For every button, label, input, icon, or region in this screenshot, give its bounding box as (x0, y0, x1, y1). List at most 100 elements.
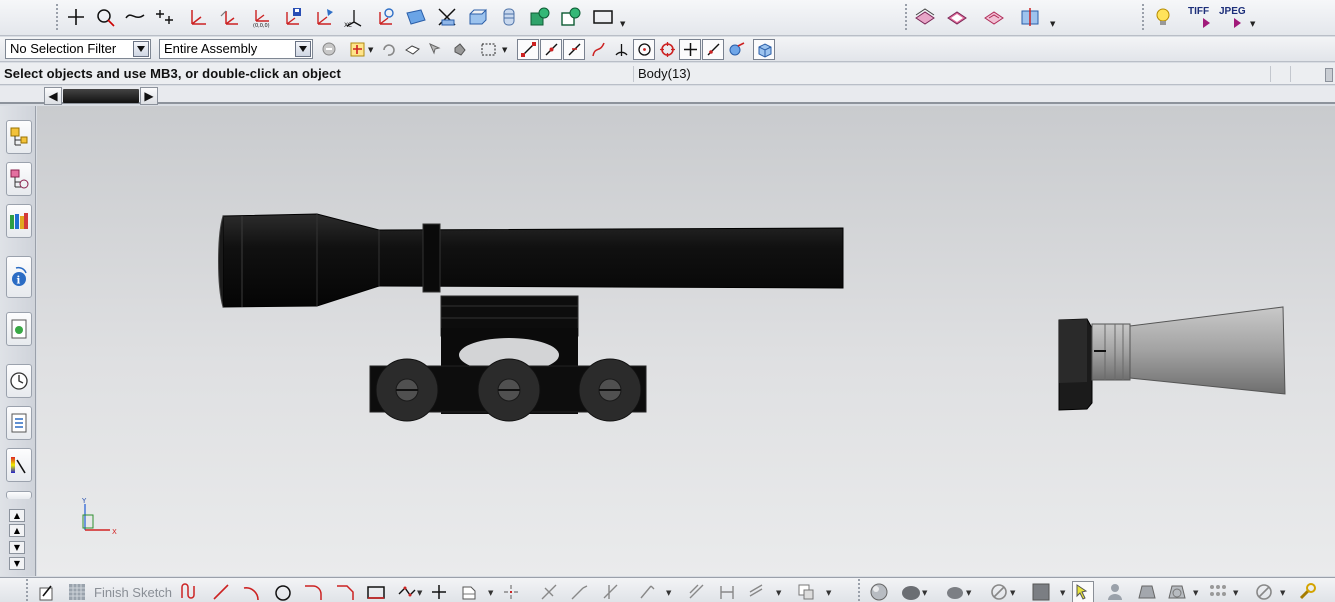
cursor-select-icon[interactable] (424, 39, 446, 60)
snap-solid-icon[interactable] (753, 39, 775, 60)
hand-select-icon[interactable] (448, 39, 470, 60)
snap-center-icon[interactable] (633, 39, 655, 60)
view-icon[interactable] (1017, 4, 1043, 30)
overflow-arrow-icon[interactable]: ▼ (1250, 20, 1255, 28)
scope-body[interactable] (218, 213, 844, 308)
user-icon[interactable] (1104, 581, 1126, 602)
polygon-icon[interactable] (396, 581, 418, 602)
toolbar-grip[interactable] (26, 579, 30, 601)
toolbar-grip[interactable] (858, 579, 862, 601)
render-icon[interactable] (900, 581, 922, 602)
layer-icon[interactable] (944, 4, 970, 30)
overflow-arrow-icon[interactable]: ▼ (776, 589, 781, 597)
web-icon[interactable] (6, 312, 32, 346)
overflow-arrow-icon[interactable]: ▼ (417, 589, 422, 597)
snap-control-icon[interactable] (563, 39, 585, 60)
snap-arc-icon[interactable] (610, 39, 632, 60)
save-csys-icon[interactable] (280, 4, 306, 30)
overflow-arrow-icon[interactable]: ▼ (488, 589, 493, 597)
snap-pole-icon[interactable] (725, 39, 747, 60)
history-icon[interactable] (6, 364, 32, 398)
chevron-down-icon[interactable] (295, 41, 311, 57)
assembly-navigator-icon[interactable] (6, 120, 32, 154)
overflow-arrow-icon[interactable]: ▼ (966, 589, 971, 597)
overflow-arrow-icon[interactable]: ▼ (922, 589, 927, 597)
dynamic-csys-icon[interactable] (311, 4, 337, 30)
finish-sketch-button[interactable]: Finish Sketch (94, 585, 172, 600)
toolbar-grip[interactable] (56, 4, 60, 30)
snap-end-icon[interactable] (517, 39, 539, 60)
section-icon[interactable] (912, 4, 938, 30)
wcs-orient-icon[interactable] (372, 4, 398, 30)
overflow-arrow-icon[interactable]: ▼ (1010, 589, 1015, 597)
arc-icon[interactable] (240, 581, 262, 602)
model-view[interactable]: Y X (37, 106, 1335, 576)
general-selection-icon[interactable] (346, 39, 368, 60)
point-icon[interactable] (428, 581, 450, 602)
finish-sketch-icon[interactable] (66, 581, 88, 602)
extrude-icon[interactable] (465, 4, 491, 30)
layer-icon[interactable] (1136, 581, 1158, 602)
properties-icon[interactable] (6, 406, 32, 440)
scroll-up-icon[interactable]: ▲ (9, 524, 25, 537)
snap-mid-icon[interactable] (540, 39, 562, 60)
mirror-icon[interactable] (636, 581, 658, 602)
studio-spline-icon[interactable] (458, 581, 480, 602)
auto-constrain-icon[interactable] (746, 581, 768, 602)
rectangle-icon[interactable] (365, 581, 387, 602)
bulb-icon[interactable] (1150, 4, 1176, 30)
tiff-export-button[interactable]: TIFF (1186, 4, 1214, 32)
wcs-xc-icon[interactable]: XC (341, 4, 367, 30)
resource-more-tab[interactable] (6, 491, 32, 499)
toolbar-grip[interactable] (905, 4, 909, 30)
snap-oncurve-icon[interactable] (702, 39, 724, 60)
pattern-icon[interactable] (1207, 581, 1229, 602)
constraint-icon[interactable] (716, 581, 738, 602)
overflow-arrow-icon[interactable]: ▼ (1193, 589, 1198, 597)
chamfer-icon[interactable] (334, 581, 356, 602)
toolbar-grip[interactable] (1142, 4, 1146, 30)
point-set-icon[interactable] (153, 4, 179, 30)
graphics-window[interactable]: Y X (37, 106, 1335, 576)
point-icon[interactable] (63, 4, 89, 30)
overflow-arrow-icon[interactable]: ▼ (1050, 20, 1055, 28)
palette-icon[interactable] (6, 448, 32, 482)
edge-icon[interactable] (1030, 581, 1052, 602)
overflow-arrow-icon[interactable]: ▼ (1233, 589, 1238, 597)
spline-icon[interactable] (122, 4, 148, 30)
block-shaded-icon[interactable] (527, 4, 553, 30)
circle-icon[interactable] (272, 581, 294, 602)
dimension-icon[interactable] (686, 581, 708, 602)
undo-selection-icon[interactable] (377, 39, 399, 60)
trim-icon[interactable] (434, 4, 460, 30)
overflow-arrow-icon[interactable]: ▼ (1280, 589, 1285, 597)
block-outline-icon[interactable] (558, 4, 584, 30)
display-constraints-icon[interactable] (795, 581, 817, 602)
scroll-top-icon[interactable]: ▲ (9, 509, 25, 522)
face-icon[interactable] (403, 4, 429, 30)
hide-all-icon[interactable] (1253, 581, 1275, 602)
active-part-tab[interactable] (63, 89, 139, 103)
trim-icon[interactable] (538, 581, 560, 602)
shade-edges-icon[interactable] (944, 581, 966, 602)
box-select-icon[interactable] (477, 39, 499, 60)
overflow-arrow-icon[interactable]: ▼ (1060, 589, 1065, 597)
corner-icon[interactable] (600, 581, 622, 602)
fillet-icon[interactable] (302, 581, 324, 602)
circle-icon[interactable] (92, 4, 118, 30)
overflow-arrow-icon[interactable]: ▼ (368, 46, 373, 54)
chevron-right-icon[interactable]: ▶ (140, 87, 158, 105)
snap-quadrant-icon[interactable] (656, 39, 678, 60)
snap-existing-icon[interactable] (679, 39, 701, 60)
selection-scope-dropdown[interactable]: Entire Assembly (159, 39, 313, 59)
extend-icon[interactable] (568, 581, 590, 602)
wcs-icon[interactable] (1296, 581, 1318, 602)
chevron-down-icon[interactable] (133, 41, 149, 57)
rectangle-icon[interactable] (590, 4, 616, 30)
sketch-profile-icon[interactable] (178, 581, 200, 602)
type-filter-dropdown[interactable]: No Selection Filter (5, 39, 151, 59)
info-icon[interactable]: i (6, 256, 32, 298)
cylinder-icon[interactable] (496, 4, 522, 30)
shaded-icon[interactable] (868, 581, 890, 602)
overflow-arrow-icon[interactable]: ▼ (826, 589, 831, 597)
